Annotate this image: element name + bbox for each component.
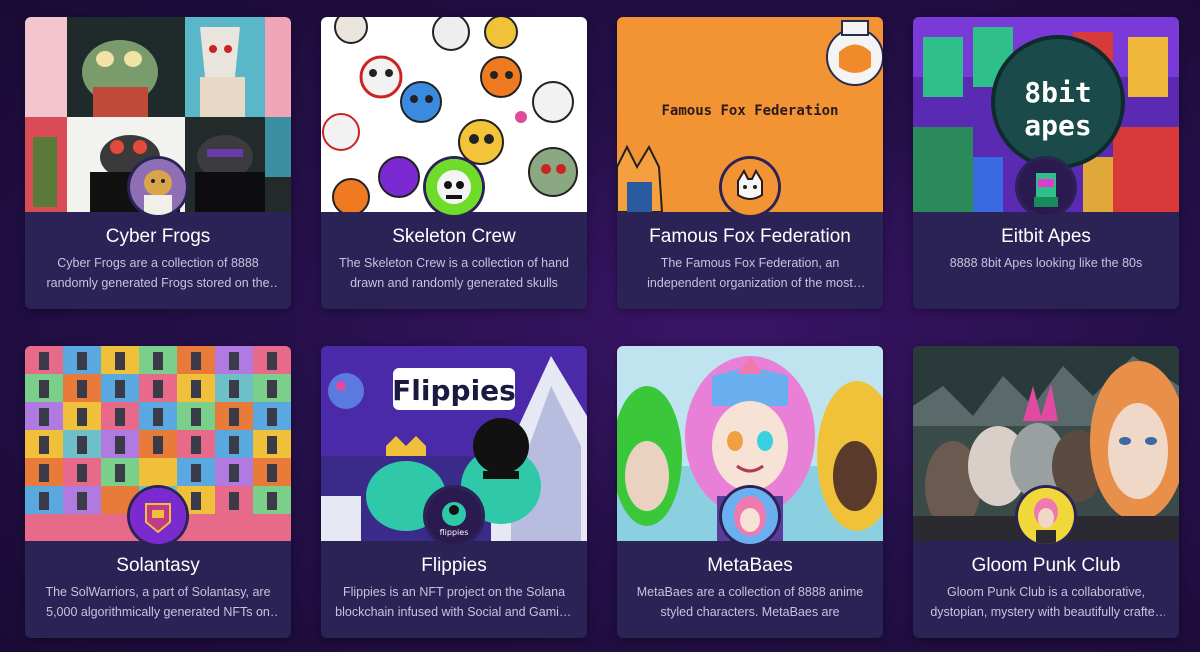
collection-title[interactable]: Cyber Frogs [33, 225, 283, 249]
collection-description: Gloom Punk Club is a collaborative, dyst… [930, 585, 1162, 619]
collection-avatar [1018, 488, 1074, 544]
collection-title[interactable]: Skeleton Crew [329, 225, 579, 249]
collection-title[interactable]: MetaBaes [625, 554, 875, 578]
banner-text: Flippies [392, 374, 516, 407]
collection-title[interactable]: Eitbit Apes [921, 225, 1171, 249]
collection-avatar [1018, 159, 1074, 215]
collection-card-gloom-punk-club[interactable]: Gloom Punk Club Gloom Punk Club is a col… [913, 346, 1179, 638]
collection-description: MetaBaes are a collection of 8888 anime … [636, 585, 864, 619]
collection-title[interactable]: Flippies [329, 554, 579, 578]
collection-title[interactable]: Solantasy [33, 554, 283, 578]
collection-card-skeleton-crew[interactable]: Skeleton Crew The Skeleton Crew is a col… [321, 17, 587, 309]
collection-avatar [130, 488, 186, 544]
collection-card-cyber-frogs[interactable]: Cyber Frogs Cyber Frogs are a collection… [25, 17, 291, 309]
collection-description: The Famous Fox Federation, an independen… [647, 256, 853, 290]
banner-text: 8bit [1024, 76, 1091, 109]
collection-card-famous-fox-federation[interactable]: Famous Fox Federation Famous Fox Federat… [617, 17, 883, 309]
collection-description: Cyber Frogs are a collection of 8888 ran… [46, 256, 270, 290]
collection-description: The Skeleton Crew is a collection of han… [339, 256, 569, 290]
collection-card-eitbit-apes[interactable]: 8bit apes Eitbit Apes 8888 8bit Apes loo… [913, 17, 1179, 309]
collection-card-solantasy[interactable]: Solantasy The SolWarriors, a part of Sol… [25, 346, 291, 638]
collection-avatar: flippies [426, 488, 482, 544]
banner-text: Famous Fox Federation [661, 103, 838, 119]
collection-description: Flippies is an NFT project on the Solana… [335, 585, 573, 619]
collection-title[interactable]: Gloom Punk Club [921, 554, 1171, 578]
collection-card-metabaes[interactable]: MetaBaes MetaBaes are a collection of 88… [617, 346, 883, 638]
banner-text: apes [1024, 109, 1091, 142]
collection-avatar [722, 159, 778, 215]
collection-card-flippies[interactable]: Flippies flippies Flippies Flippies is a… [321, 346, 587, 638]
collection-title[interactable]: Famous Fox Federation [625, 225, 875, 249]
collection-grid: Cyber Frogs Cyber Frogs are a collection… [0, 0, 1200, 652]
avatar-text: flippies [440, 528, 469, 537]
collection-avatar [426, 159, 482, 215]
collection-avatar [130, 159, 186, 215]
collection-description: 8888 8bit Apes looking like the 80s [949, 256, 1143, 270]
collection-description: The SolWarriors, a part of Solantasy, ar… [45, 585, 271, 619]
collection-avatar [722, 488, 778, 544]
